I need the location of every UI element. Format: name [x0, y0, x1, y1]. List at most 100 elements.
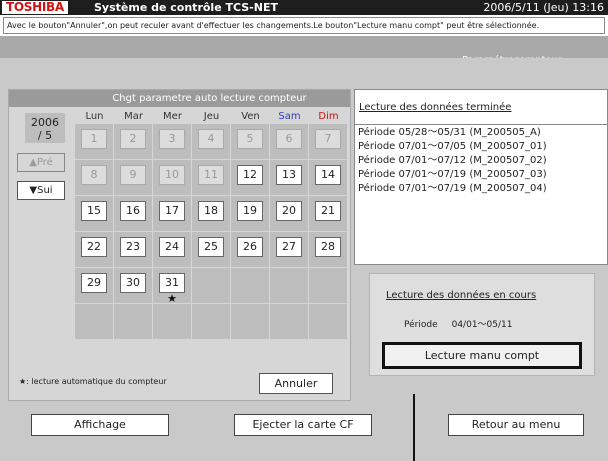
weekday-label: Jeu — [203, 111, 220, 122]
weekday-label: Mar — [124, 111, 143, 122]
weekday-header: Lun Mar Mer Jeu Ven Sam Dim — [75, 111, 350, 125]
day-button: 10 — [159, 165, 185, 185]
calendar-cell: 20 — [270, 196, 308, 231]
notice-bar: Avec le bouton"Annuler",on peut reculer … — [3, 17, 605, 34]
completed-readings-list[interactable]: Période 05/28～05/31 (M_200505_A) Période … — [355, 124, 608, 265]
calendar-cell: 11 — [192, 160, 230, 195]
calendar-cell: 17 — [153, 196, 191, 231]
weekday-label: Lun — [85, 111, 104, 122]
back-to-menu-button[interactable]: Retour au menu — [448, 414, 584, 436]
calendar-cell: 5 — [231, 124, 269, 159]
auto-reading-star-icon: ★ — [167, 292, 177, 305]
day-button[interactable]: 27 — [276, 237, 302, 257]
completed-reading-item[interactable]: Période 07/01～07/19 (M_200507_03) — [358, 168, 606, 182]
day-button: 8 — [81, 165, 107, 185]
calendar-cell: 26 — [231, 232, 269, 267]
day-button[interactable]: 15 — [81, 201, 107, 221]
in-progress-label: Lecture des données en cours — [386, 290, 537, 301]
calendar-cell: 8 — [75, 160, 113, 195]
completed-reading-item[interactable]: Période 07/01～07/19 (M_200507_04) — [358, 182, 606, 196]
calendar-cell — [309, 268, 347, 303]
completed-readings-panel: Lecture des données terminée Période 05/… — [354, 89, 608, 265]
callout-pointer-line — [413, 394, 415, 461]
manual-reading-button[interactable]: Lecture manu compt — [382, 342, 582, 369]
day-button[interactable]: 16 — [120, 201, 146, 221]
calendar-legend: ★: lecture automatique du compteur — [19, 377, 167, 386]
day-button: 6 — [276, 129, 302, 149]
day-button[interactable]: 17 — [159, 201, 185, 221]
calendar-cell: 4 — [192, 124, 230, 159]
calendar-cell — [270, 268, 308, 303]
day-button[interactable]: 19 — [237, 201, 263, 221]
in-progress-period: Période 04/01～05/11 — [404, 317, 526, 330]
calendar-cell: 14 — [309, 160, 347, 195]
day-button[interactable]: 25 — [198, 237, 224, 257]
calendar-cell — [309, 304, 347, 339]
calendar-cell — [114, 304, 152, 339]
calendar-cell: 2 — [114, 124, 152, 159]
cancel-button[interactable]: Annuler — [259, 373, 333, 394]
calendar-cell: 7 — [309, 124, 347, 159]
previous-month-button[interactable]: ▲Pré — [17, 153, 65, 172]
calendar-header: Chgt parametre auto lecture compteur — [9, 90, 350, 107]
day-button[interactable]: 21 — [315, 201, 341, 221]
day-button: 7 — [315, 129, 341, 149]
day-button[interactable]: 29 — [81, 273, 107, 293]
calendar-cell: 3 — [153, 124, 191, 159]
completed-readings-label: Lecture des données terminée — [359, 102, 512, 113]
title-bar: TOSHIBA Système de contrôle TCS-NET 2006… — [0, 0, 608, 15]
calendar-cell: 6 — [270, 124, 308, 159]
day-button[interactable]: 13 — [276, 165, 302, 185]
day-button: 2 — [120, 129, 146, 149]
day-button[interactable]: 20 — [276, 201, 302, 221]
period-value: 04/01～05/11 — [451, 320, 513, 330]
weekday-label: Mer — [163, 111, 182, 122]
next-month-button[interactable]: ▼Sui — [17, 181, 65, 200]
weekday-label: Ven — [241, 111, 260, 122]
calendar-cell: 18 — [192, 196, 230, 231]
calendar-cell: 13 — [270, 160, 308, 195]
day-button[interactable]: 22 — [81, 237, 107, 257]
calendar-cell: 23 — [114, 232, 152, 267]
day-button[interactable]: 18 — [198, 201, 224, 221]
calendar-cell: 31 ★ — [153, 268, 191, 305]
in-progress-panel: Lecture des données en cours Période 04/0… — [369, 273, 595, 376]
date-time: 2006/5/11 (Jeu) 13:16 — [483, 1, 604, 14]
calendar-cell: 21 — [309, 196, 347, 231]
day-button[interactable]: 23 — [120, 237, 146, 257]
calendar-cell — [192, 304, 230, 339]
day-button[interactable]: 26 — [237, 237, 263, 257]
display-button[interactable]: Affichage — [31, 414, 169, 436]
year-label: 2006 — [31, 116, 59, 129]
calendar-cell: 1 — [75, 124, 113, 159]
day-button: 9 — [120, 165, 146, 185]
calendar-cell: 25 — [192, 232, 230, 267]
calendar-cell — [231, 268, 269, 303]
calendar-cell — [192, 268, 230, 303]
calendar-cell — [75, 304, 113, 339]
calendar-cell: 15 — [75, 196, 113, 231]
calendar-cell — [231, 304, 269, 339]
calendar-cell: 16 — [114, 196, 152, 231]
calendar-cell: 19 — [231, 196, 269, 231]
calendar-cell — [270, 304, 308, 339]
calendar-cell: 12 — [231, 160, 269, 195]
day-button[interactable]: 14 — [315, 165, 341, 185]
brand-logo: TOSHIBA — [2, 1, 68, 14]
main-content: Chgt parametre auto lecture compteur 200… — [0, 58, 608, 461]
day-button: 1 — [81, 129, 107, 149]
weekday-label: Sam — [278, 111, 301, 122]
calendar-cell: 29 — [75, 268, 113, 303]
day-button[interactable]: 28 — [315, 237, 341, 257]
calendar-cell: 30 — [114, 268, 152, 303]
eject-cf-card-button[interactable]: Ejecter la carte CF — [234, 414, 372, 436]
weekday-label: Dim — [318, 111, 339, 122]
completed-reading-item[interactable]: Période 07/01～07/12 (M_200507_02) — [358, 154, 606, 168]
completed-reading-item[interactable]: Période 05/28～05/31 (M_200505_A) — [358, 126, 606, 140]
day-button[interactable]: 31 — [159, 273, 185, 293]
completed-reading-item[interactable]: Période 07/01～07/05 (M_200507_01) — [358, 140, 606, 154]
day-button[interactable]: 30 — [120, 273, 146, 293]
day-button[interactable]: 12 — [237, 165, 263, 185]
calendar-panel: Chgt parametre auto lecture compteur 200… — [8, 89, 351, 401]
day-button[interactable]: 24 — [159, 237, 185, 257]
